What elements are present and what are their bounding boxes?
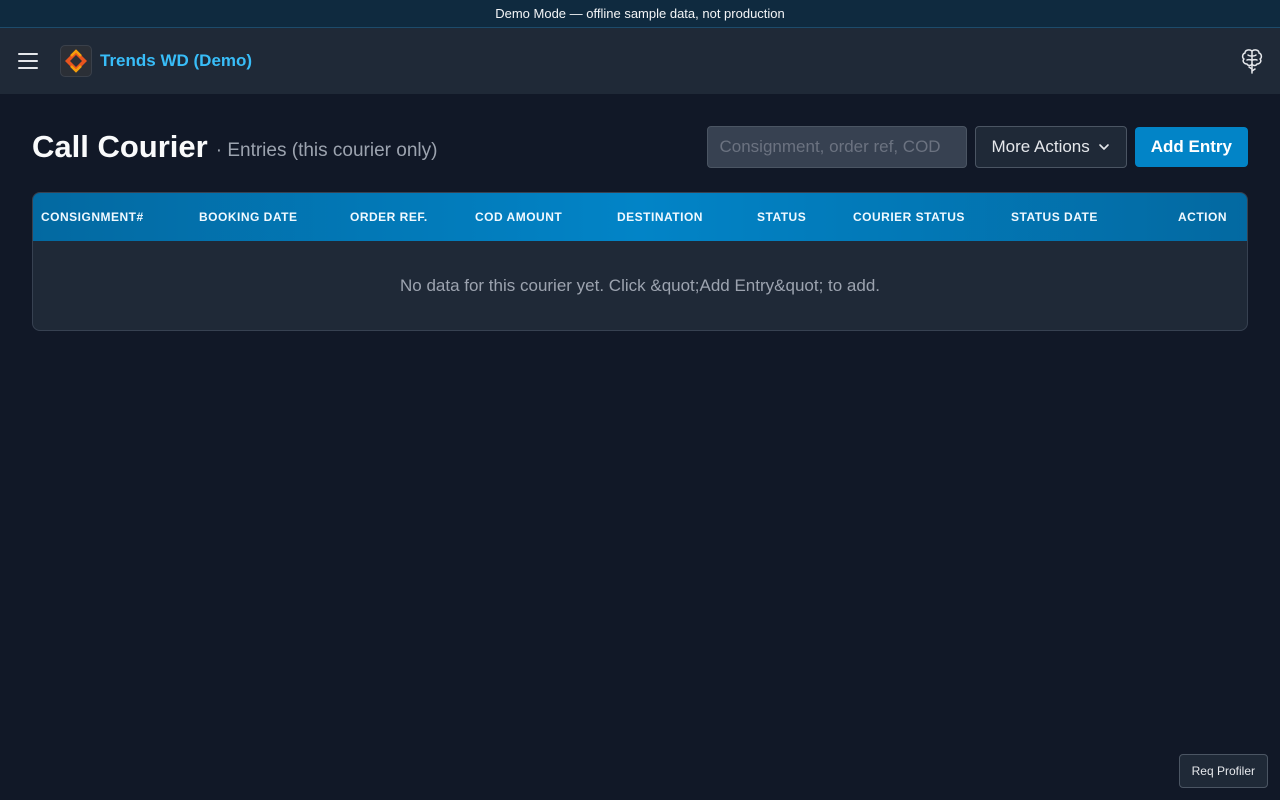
search-input[interactable] (706, 126, 967, 168)
column-header-status-date[interactable]: STATUS DATE (995, 193, 1140, 241)
demo-mode-banner: Demo Mode — offline sample data, not pro… (0, 0, 1280, 28)
add-entry-button[interactable]: Add Entry (1134, 127, 1248, 167)
demo-mode-text: Demo Mode — offline sample data, not pro… (495, 6, 785, 21)
column-header-booking-date[interactable]: BOOKING DATE (183, 193, 334, 241)
column-header-action: ACTION (1178, 210, 1227, 224)
column-header-destination[interactable]: DESTINATION (601, 193, 741, 241)
table-header-row: CONSIGNMENT# BOOKING DATE ORDER REF. COD… (33, 193, 1247, 241)
chevron-down-icon (1098, 144, 1109, 150)
column-header-courier-status[interactable]: COURIER STATUS (837, 193, 995, 241)
main-content: Call Courier · Entries (this courier onl… (0, 94, 1280, 331)
page-subtitle: · Entries (this courier only) (215, 140, 438, 161)
column-header-status[interactable]: STATUS (741, 193, 837, 241)
column-header-consignment[interactable]: CONSIGNMENT# (33, 193, 183, 241)
more-actions-button[interactable]: More Actions (974, 126, 1127, 168)
req-profiler-button[interactable]: Req Profiler (1178, 754, 1268, 788)
empty-table-message: No data for this courier yet. Click &quo… (399, 275, 881, 295)
top-navbar: Trends WD (Demo) (0, 28, 1280, 94)
column-header-cod-amount[interactable]: COD AMOUNT (459, 193, 601, 241)
more-actions-label: More Actions (991, 137, 1090, 156)
page-header: Call Courier · Entries (this courier onl… (32, 126, 1248, 168)
hamburger-menu-icon[interactable] (18, 53, 38, 69)
app-title[interactable]: Trends WD (Demo) (100, 51, 252, 71)
page-title: Call Courier (32, 129, 208, 164)
column-header-order-ref[interactable]: ORDER REF. (334, 193, 459, 241)
entries-table: CONSIGNMENT# BOOKING DATE ORDER REF. COD… (32, 192, 1248, 331)
brain-icon[interactable] (1240, 47, 1264, 75)
app-logo-icon[interactable] (60, 45, 92, 77)
